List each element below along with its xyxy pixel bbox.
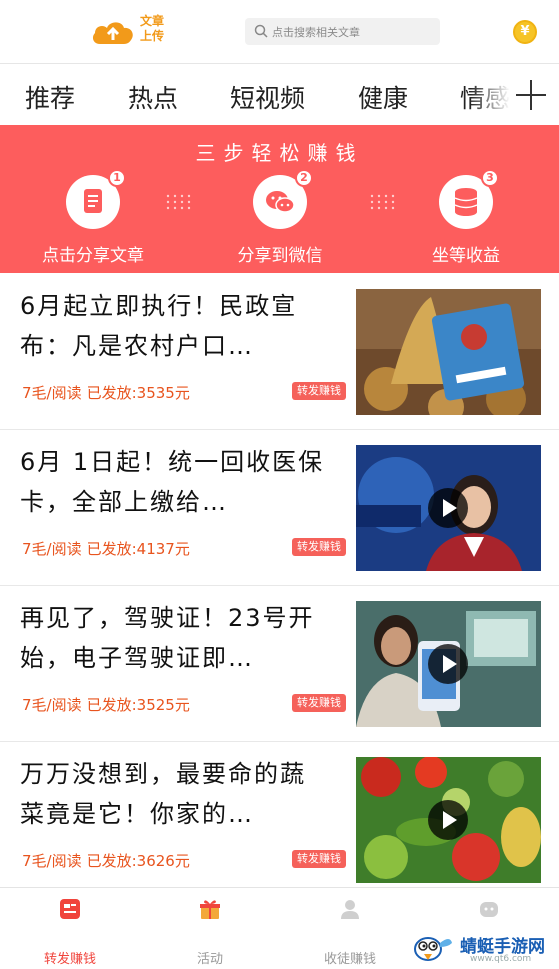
nav-label: 活动 — [196, 952, 223, 967]
share-earn-badge[interactable]: 转发赚钱 — [292, 850, 346, 868]
article-paid: 已发放:4137元 — [86, 540, 190, 558]
article-paid: 已发放:3535元 — [86, 384, 190, 402]
step-collect-earnings: 3 坐等收益 — [386, 169, 546, 266]
gift-icon — [200, 900, 220, 919]
app-header: 文章 上传 点击搜索相关文章 ¥ — [0, 0, 559, 64]
article-paid: 已发放:3626元 — [86, 852, 190, 870]
step-number-badge: 3 — [481, 169, 499, 187]
play-icon[interactable] — [428, 800, 468, 840]
article-meta: 7毛/阅读 已发放:4137元 — [22, 538, 190, 559]
watermark: 蜻蜓手游网 www.qt6.com — [410, 928, 559, 969]
article-title: 再见了，驾驶证！23号开始，电子驾驶证即… — [20, 604, 315, 672]
news-anchor-image — [356, 445, 541, 571]
step-share-wechat: 2 分享到微信 — [200, 169, 360, 266]
woman-holding-phone-image — [356, 601, 541, 727]
nav-label: 转发赚钱 — [43, 952, 96, 967]
search-placeholder: 点击搜索相关文章 — [272, 26, 360, 39]
social-security-card-image — [356, 289, 541, 415]
tab-hot[interactable]: 热点 — [128, 79, 178, 115]
article-rate: 7毛/阅读 — [22, 696, 82, 714]
logo-text-line1: 文章 — [140, 14, 165, 28]
nav-recruit-earn[interactable]: 收徒赚钱 — [280, 898, 420, 967]
logo-text-line2: 上传 — [140, 29, 165, 43]
nav-share-earn[interactable]: 转发赚钱 — [0, 898, 140, 967]
coin-icon[interactable]: ¥ — [513, 20, 537, 44]
article-meta: 7毛/阅读 已发放:3626元 — [22, 850, 190, 871]
share-money-icon — [60, 899, 80, 919]
nav-label: 收徒赚钱 — [323, 952, 376, 967]
chat-bot-icon — [480, 902, 498, 917]
step-share-article: 1 点击分享文章 — [13, 169, 173, 266]
share-earn-badge[interactable]: 转发赚钱 — [292, 382, 346, 400]
article-title: 6月起立即执行！民政宣布：凡是农村户口… — [20, 292, 298, 360]
category-tabs: 推荐 热点 短视频 健康 情感 — [0, 65, 559, 125]
article-meta: 7毛/阅读 已发放:3525元 — [22, 694, 190, 715]
article-title: 万万没想到，最要命的蔬菜竟是它！你家的… — [20, 760, 306, 828]
tab-health[interactable]: 健康 — [358, 79, 408, 115]
tab-fade — [470, 65, 510, 125]
nav-activity[interactable]: 活动 — [140, 898, 280, 967]
article-item[interactable]: 再见了，驾驶证！23号开始，电子驾驶证即… 7毛/阅读 已发放:3525元 转发赚… — [0, 586, 559, 742]
article-item[interactable]: 6月 1日起！统一回收医保卡，全部上缴给… 7毛/阅读 已发放:4137元 转发赚… — [0, 430, 559, 586]
tab-short-video[interactable]: 短视频 — [230, 79, 305, 115]
article-rate: 7毛/阅读 — [22, 540, 82, 558]
article-paid: 已发放:3525元 — [86, 696, 190, 714]
step-label: 点击分享文章 — [42, 246, 144, 266]
user-icon — [341, 900, 359, 919]
share-earn-badge[interactable]: 转发赚钱 — [292, 694, 346, 712]
search-icon — [254, 24, 268, 38]
article-item[interactable]: 6月起立即执行！民政宣布：凡是农村户口… 7毛/阅读 已发放:3535元 转发赚钱 — [0, 274, 559, 430]
vegetables-image — [356, 757, 541, 883]
search-bar[interactable]: 点击搜索相关文章 — [245, 18, 440, 45]
article-rate: 7毛/阅读 — [22, 384, 82, 402]
watermark-url: www.qt6.com — [470, 954, 532, 964]
play-icon[interactable] — [428, 644, 468, 684]
add-tab-button[interactable] — [510, 65, 559, 125]
article-title: 6月 1日起！统一回收医保卡，全部上缴给… — [20, 448, 325, 516]
article-rate: 7毛/阅读 — [22, 852, 82, 870]
step-number-badge: 1 — [108, 169, 126, 187]
dragonfly-logo-icon — [414, 937, 452, 961]
dots-divider — [166, 194, 191, 210]
upload-article-logo[interactable]: 文章 上传 — [90, 14, 170, 50]
play-icon[interactable] — [428, 488, 468, 528]
earn-steps-banner[interactable]: 三步轻松赚钱 1 点击分享文章 2 分享到微信 3 坐等收益 — [0, 125, 559, 273]
share-earn-badge[interactable]: 转发赚钱 — [292, 538, 346, 556]
banner-title: 三步轻松赚钱 — [195, 141, 364, 165]
article-item[interactable]: 万万没想到，最要命的蔬菜竟是它！你家的… 7毛/阅读 已发放:3626元 转发赚钱 — [0, 742, 559, 898]
step-number-badge: 2 — [295, 169, 313, 187]
step-label: 分享到微信 — [237, 246, 323, 266]
article-meta: 7毛/阅读 已发放:3535元 — [22, 382, 190, 403]
logo-text: 文章 上传 — [140, 14, 170, 44]
upload-cloud-icon — [92, 22, 133, 44]
step-label: 坐等收益 — [432, 246, 500, 266]
tab-recommend[interactable]: 推荐 — [25, 79, 75, 115]
